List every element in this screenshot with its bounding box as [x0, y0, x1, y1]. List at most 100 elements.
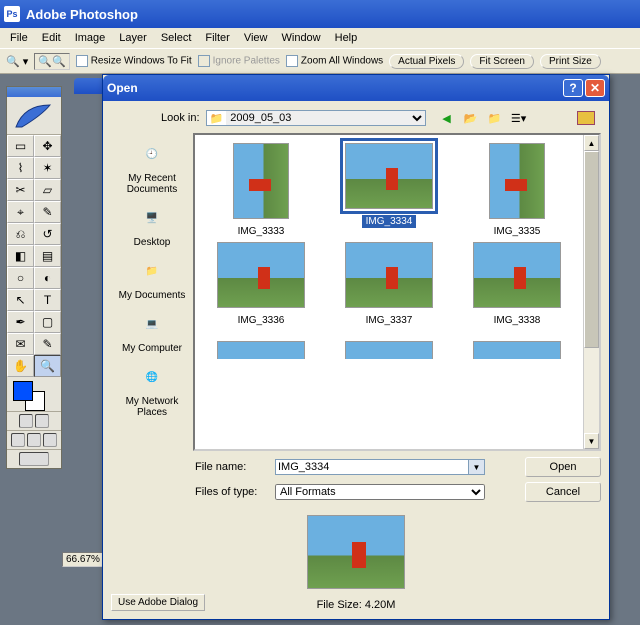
wand-tool[interactable]: ✶ [34, 157, 61, 179]
thumb-IMG_3333[interactable]: IMG_3333 [203, 143, 319, 238]
edit-mode-row [7, 411, 61, 430]
places-bar: 🕘My Recent Documents 🖥️Desktop 📁My Docum… [111, 133, 193, 451]
quickmask-mode[interactable] [35, 414, 49, 428]
menu-select[interactable]: Select [155, 30, 198, 46]
scroll-down[interactable]: ▼ [584, 433, 599, 449]
cancel-button[interactable]: Cancel [525, 482, 601, 502]
jump-to[interactable] [19, 452, 49, 466]
path-tool[interactable]: ↖ [7, 289, 34, 311]
zoom-tool-icon: 🔍 ▾ [6, 55, 28, 68]
eyedropper-tool[interactable]: ✎ [34, 333, 61, 355]
history-brush-tool[interactable]: ↺ [34, 223, 61, 245]
scrollbar[interactable]: ▲ ▼ [583, 135, 599, 449]
views-icon[interactable]: ☰▾ [510, 109, 528, 127]
place-network[interactable]: 🌐My Network Places [117, 360, 187, 418]
filename-input[interactable] [275, 459, 469, 475]
brush-tool[interactable]: ✎ [34, 201, 61, 223]
open-button[interactable]: Open [525, 457, 601, 477]
dialog-title: Open [107, 81, 138, 95]
thumb-IMG_3334[interactable]: IMG_3334 [331, 143, 447, 238]
resize-checkbox[interactable] [76, 55, 88, 67]
print-size-button[interactable]: Print Size [540, 54, 601, 69]
thumb-IMG_3335[interactable]: IMG_3335 [459, 143, 575, 238]
slice-tool[interactable]: ▱ [34, 179, 61, 201]
lookin-row: Look in: 📁 2009_05_03 ◀ 📂 📁 ☰▾ [161, 109, 601, 127]
zoomall-label: Zoom All Windows [301, 56, 383, 67]
filename-dropdown[interactable]: ▼ [469, 459, 485, 475]
scroll-thumb[interactable] [584, 151, 599, 348]
help-button[interactable]: ? [563, 79, 583, 97]
thumb-partial[interactable] [203, 331, 319, 359]
scroll-up[interactable]: ▲ [584, 135, 599, 151]
screen-mode-1[interactable] [11, 433, 25, 447]
thumb-caption: IMG_3338 [490, 314, 545, 327]
filetype-label: Files of type: [195, 486, 267, 498]
screen-mode-2[interactable] [27, 433, 41, 447]
file-list[interactable]: IMG_3333IMG_3334 IMG_3335 IMG_3336 IMG_3337… [193, 133, 601, 451]
type-tool[interactable]: T [34, 289, 61, 311]
standard-mode[interactable] [19, 414, 33, 428]
place-mydocs[interactable]: 📁My Documents [117, 254, 187, 301]
close-button[interactable]: ✕ [585, 79, 605, 97]
marquee-tool[interactable]: ▭ [7, 135, 34, 157]
zoom-tool[interactable]: 🔍 [34, 355, 61, 377]
folder-icon: 📁 [207, 112, 227, 125]
shape-tool[interactable]: ▢ [34, 311, 61, 333]
thumb-IMG_3337[interactable]: IMG_3337 [331, 242, 447, 327]
back-icon[interactable]: ◀ [438, 109, 456, 127]
foreground-color[interactable] [13, 381, 33, 401]
menu-edit[interactable]: Edit [36, 30, 67, 46]
preview-image [307, 515, 405, 589]
filetype-select[interactable]: All Formats [275, 484, 485, 500]
zoomall-checkbox[interactable] [286, 55, 298, 67]
actual-pixels-button[interactable]: Actual Pixels [389, 54, 464, 69]
color-swatches[interactable] [7, 377, 61, 411]
zoom-percent: 66.67% [62, 552, 104, 567]
toolbox-header[interactable] [7, 87, 61, 97]
place-recent[interactable]: 🕘My Recent Documents [117, 137, 187, 195]
menu-image[interactable]: Image [69, 30, 112, 46]
pen-tool[interactable]: ✒ [7, 311, 34, 333]
gradient-tool[interactable]: ▤ [34, 245, 61, 267]
dialog-titlebar[interactable]: Open ? ✕ [103, 75, 609, 101]
lasso-tool[interactable]: ⌇ [7, 157, 34, 179]
notes-tool[interactable]: ✉ [7, 333, 34, 355]
menu-view[interactable]: View [238, 30, 274, 46]
thumb-partial[interactable] [459, 331, 575, 359]
menu-window[interactable]: Window [276, 30, 327, 46]
thumb-caption: IMG_3336 [234, 314, 289, 327]
thumb-partial[interactable] [331, 331, 447, 359]
use-adobe-dialog-button[interactable]: Use Adobe Dialog [111, 594, 205, 611]
blur-tool[interactable]: ○ [7, 267, 34, 289]
place-mycomputer[interactable]: 💻My Computer [117, 307, 187, 354]
move-tool[interactable]: ✥ [34, 135, 61, 157]
crop-tool[interactable]: ✂ [7, 179, 34, 201]
menu-file[interactable]: File [4, 30, 34, 46]
up-icon[interactable]: 📂 [462, 109, 480, 127]
thumb-IMG_3336[interactable]: IMG_3336 [203, 242, 319, 327]
camera-icon[interactable] [577, 111, 595, 125]
menu-layer[interactable]: Layer [113, 30, 153, 46]
lookin-label: Look in: [161, 112, 200, 124]
hand-tool[interactable]: ✋ [7, 355, 34, 377]
place-desktop[interactable]: 🖥️Desktop [117, 201, 187, 248]
lookin-select[interactable]: 2009_05_03 [226, 111, 424, 125]
stamp-tool[interactable]: ⎌ [7, 223, 34, 245]
zoom-group-icon[interactable]: 🔍🔍 [34, 53, 69, 70]
filename-label: File name: [195, 461, 267, 473]
heal-tool[interactable]: ⌖ [7, 201, 34, 223]
menu-filter[interactable]: Filter [199, 30, 235, 46]
app-title: Adobe Photoshop [26, 7, 138, 22]
jump-row [7, 449, 61, 468]
screen-mode-3[interactable] [43, 433, 57, 447]
fit-screen-button[interactable]: Fit Screen [470, 54, 534, 69]
tool-grid: ▭ ✥ ⌇ ✶ ✂ ▱ ⌖ ✎ ⎌ ↺ ◧ ▤ ○ ◐ ↖ T ✒ ▢ ✉ ✎ … [7, 135, 61, 377]
menu-help[interactable]: Help [329, 30, 364, 46]
thumb-caption: IMG_3335 [490, 225, 545, 238]
filename-combo[interactable]: ▼ [275, 459, 485, 475]
eraser-tool[interactable]: ◧ [7, 245, 34, 267]
dodge-tool[interactable]: ◐ [34, 267, 61, 289]
app-titlebar: Ps Adobe Photoshop [0, 0, 640, 28]
thumb-IMG_3338[interactable]: IMG_3338 [459, 242, 575, 327]
newfolder-icon[interactable]: 📁 [486, 109, 504, 127]
